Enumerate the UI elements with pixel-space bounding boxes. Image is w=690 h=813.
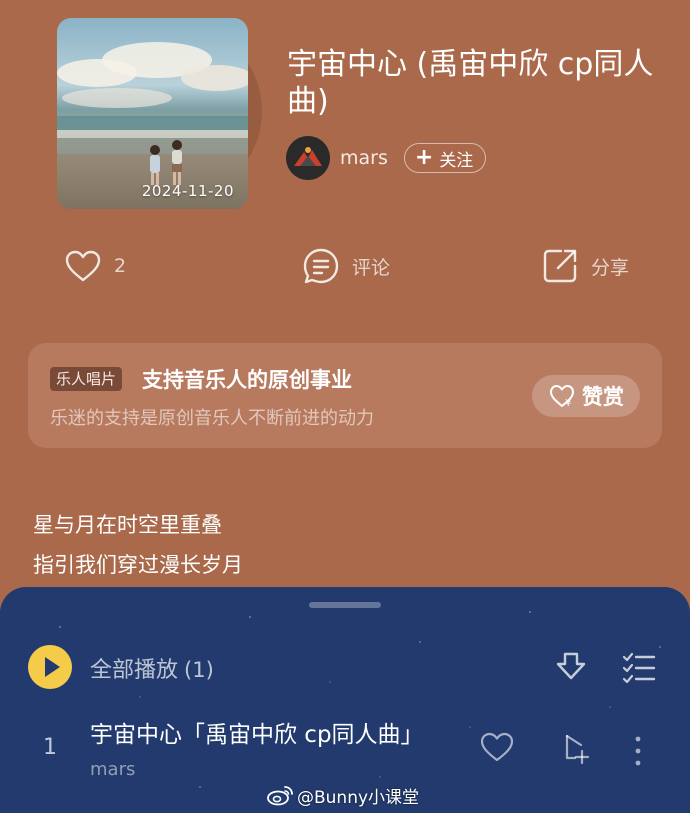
share-label: 分享: [591, 256, 630, 279]
play-all-count: (1): [184, 658, 214, 682]
play-all-text: 全部播放: [90, 658, 179, 683]
artist-row: mars + 关注: [286, 136, 487, 180]
lyric-line: 星与月在时空里重叠: [33, 513, 222, 537]
multi-select-button[interactable]: [621, 649, 657, 685]
song-actions: 2 评论 分享: [0, 244, 690, 288]
drag-handle[interactable]: [309, 602, 381, 608]
comment-button[interactable]: 评论: [302, 244, 390, 288]
watermark: @Bunny小课堂: [266, 783, 420, 808]
like-button[interactable]: 2: [64, 244, 126, 288]
plus-icon: +: [414, 145, 434, 170]
comment-label: 评论: [352, 256, 391, 279]
weibo-icon: [267, 786, 293, 806]
release-date: 2024-11-20: [141, 182, 234, 200]
track-title: 宇宙中心「禹宙中欣 cp同人曲」: [90, 722, 424, 748]
add-playlist-icon: [565, 734, 590, 765]
play-all-label[interactable]: 全部播放 (1): [90, 652, 214, 684]
more-vertical-icon: [635, 736, 641, 766]
artist-name[interactable]: mars: [340, 147, 388, 169]
heart-icon: [65, 250, 101, 282]
heart-icon: [480, 732, 514, 762]
follow-label: 关注: [439, 150, 474, 171]
download-button[interactable]: [553, 649, 589, 685]
more-options-button[interactable]: [620, 733, 656, 769]
svg-text:¥: ¥: [565, 398, 571, 409]
lyric-line: 指引我们穿过漫长岁月: [33, 553, 243, 577]
download-icon: [556, 652, 586, 680]
play-all-button[interactable]: [28, 645, 72, 689]
track-like-button[interactable]: [479, 731, 515, 767]
share-button[interactable]: 分享: [541, 244, 629, 288]
like-count: 2: [114, 255, 127, 277]
watermark-text: @Bunny小课堂: [297, 787, 420, 808]
share-icon: [543, 249, 577, 283]
checklist-icon: [622, 652, 656, 684]
cover-art: [57, 42, 248, 209]
lyrics: 星与月在时空里重叠 指引我们穿过漫长岁月: [33, 505, 243, 585]
support-title: 支持音乐人的原创事业: [142, 368, 352, 392]
song-title: 宇宙中心 (禹宙中欣 cp同人曲): [287, 47, 654, 119]
avatar-image: [286, 136, 330, 180]
heart-yen-icon: ¥: [550, 385, 574, 409]
album-cover[interactable]: 2024-11-20: [57, 18, 248, 209]
follow-button[interactable]: + 关注: [403, 143, 487, 173]
tip-button[interactable]: ¥ 赞赏: [532, 375, 640, 417]
support-subtitle: 乐迷的支持是原创音乐人不断前进的动力: [50, 408, 374, 429]
track-index: 1: [43, 735, 57, 760]
label-tag: 乐人唱片: [50, 367, 123, 391]
track-artist: mars: [90, 759, 136, 780]
artist-avatar[interactable]: [286, 136, 330, 180]
add-to-playlist-button[interactable]: [559, 731, 595, 767]
playlist-panel: 全部播放 (1) 1 宇宙中心「禹宙中欣 cp同人曲」 mars: [0, 587, 690, 813]
comment-icon: [303, 248, 339, 284]
tip-label: 赞赏: [582, 385, 624, 409]
support-card[interactable]: 乐人唱片 支持音乐人的原创事业 乐迷的支持是原创音乐人不断前进的动力 ¥ 赞赏: [28, 343, 662, 448]
